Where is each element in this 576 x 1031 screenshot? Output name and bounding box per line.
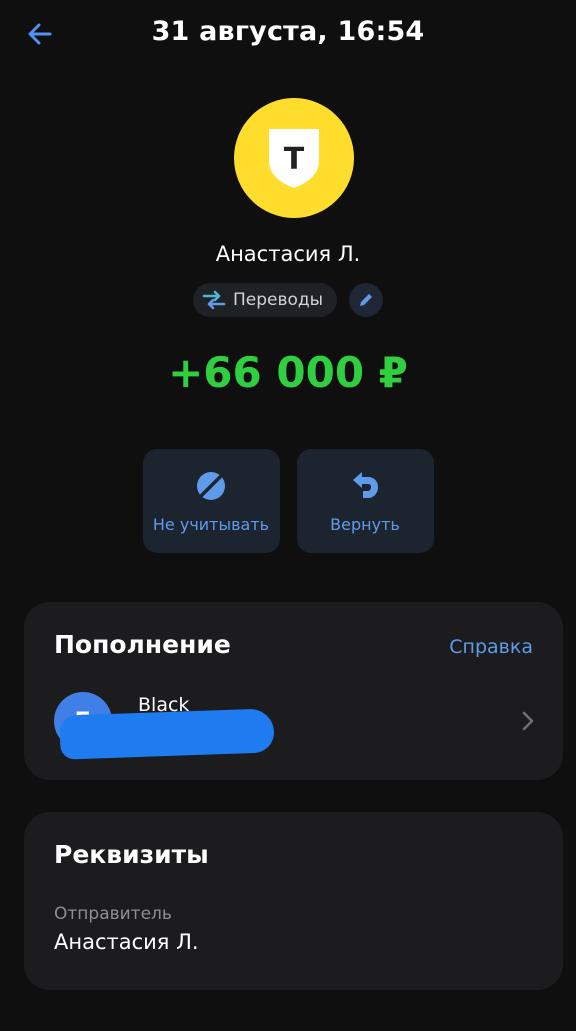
actions-row: Не учитывать Вернуть xyxy=(0,449,576,553)
category-chip[interactable]: Переводы xyxy=(192,283,338,317)
details-card: Реквизиты Отправитель Анастасия Л. xyxy=(24,812,563,990)
counterparty-name: Анастасия Л. xyxy=(215,242,361,266)
bank-shield-icon: Т xyxy=(269,129,319,188)
bank-logo: Т xyxy=(234,98,354,218)
sender-value: Анастасия Л. xyxy=(54,930,199,954)
return-button[interactable]: Вернуть xyxy=(296,449,434,553)
header: 31 августа, 16:54 xyxy=(0,0,576,70)
redaction-scribble xyxy=(59,708,275,760)
details-title: Реквизиты xyxy=(54,840,209,869)
exclude-label: Не учитывать xyxy=(152,514,270,534)
topup-card: Пополнение Справка Б Black xyxy=(24,602,563,780)
not-count-icon xyxy=(197,471,225,500)
exclude-button[interactable]: Не учитывать xyxy=(142,449,280,553)
transfer-arrows-icon xyxy=(202,290,226,310)
operation-details-screen: 31 августа, 16:54 Т Анастасия Л. Перевод… xyxy=(0,0,576,1031)
operation-amount: +66 000 ₽ xyxy=(168,348,408,397)
help-link[interactable]: Справка xyxy=(449,636,533,658)
return-label: Вернуть xyxy=(330,514,400,534)
chevron-right-icon xyxy=(522,711,534,731)
sender-label: Отправитель xyxy=(54,904,172,924)
page-title: 31 августа, 16:54 xyxy=(151,16,425,47)
return-arrow-icon xyxy=(353,471,378,498)
logo-letter: Т xyxy=(284,142,305,177)
account-row[interactable]: Б Black xyxy=(24,684,563,760)
edit-category-button[interactable] xyxy=(349,283,384,317)
category-label: Переводы xyxy=(232,290,324,310)
topup-title: Пополнение xyxy=(54,630,231,659)
pencil-icon xyxy=(360,294,373,306)
tags-row: Переводы xyxy=(0,283,576,317)
